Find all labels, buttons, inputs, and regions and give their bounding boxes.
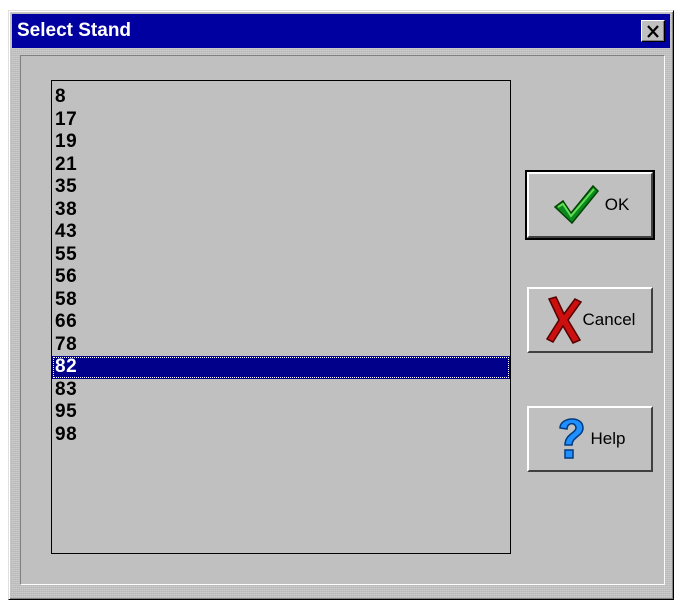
list-item[interactable]: 56: [52, 266, 510, 289]
ok-button[interactable]: OK: [525, 170, 655, 240]
help-button[interactable]: Help: [527, 406, 653, 472]
content-panel: 8 17 19 21 35 38 43 55 56 58 66 78 82 83 95 98 OK Cance…: [20, 55, 665, 585]
window-title: Select Stand: [17, 20, 132, 41]
list-item[interactable]: 55: [52, 244, 510, 267]
list-item[interactable]: 35: [52, 176, 510, 199]
stand-listbox[interactable]: 8 17 19 21 35 38 43 55 56 58 66 78 82 83 95 98: [51, 80, 511, 554]
list-item[interactable]: 66: [52, 311, 510, 334]
title-bar[interactable]: Select Stand: [12, 14, 670, 48]
list-item[interactable]: 58: [52, 289, 510, 312]
ok-label: OK: [604, 195, 630, 214]
help-label: Help: [590, 429, 626, 448]
green-checkmark-icon: [551, 183, 601, 227]
cancel-button[interactable]: Cancel: [527, 287, 653, 353]
blue-question-icon: [555, 414, 587, 464]
list-item[interactable]: 78: [52, 334, 510, 357]
close-button[interactable]: [641, 20, 665, 42]
list-item[interactable]: 98: [52, 424, 510, 447]
list-item[interactable]: 17: [52, 109, 510, 132]
list-item[interactable]: 95: [52, 401, 510, 424]
select-stand-dialog: Select Stand 8 17 19 21 35 38 43 55 56 58 66 78 82 83…: [8, 10, 674, 600]
list-item[interactable]: 21: [52, 154, 510, 177]
list-item[interactable]: 38: [52, 199, 510, 222]
close-icon: [647, 24, 659, 38]
red-x-icon: [545, 295, 583, 345]
list-item[interactable]: 43: [52, 221, 510, 244]
list-item[interactable]: 19: [52, 131, 510, 154]
list-item[interactable]: 83: [52, 379, 510, 402]
list-item[interactable]: 82: [52, 356, 510, 379]
cancel-label: Cancel: [582, 310, 636, 329]
list-item[interactable]: 8: [52, 86, 510, 109]
